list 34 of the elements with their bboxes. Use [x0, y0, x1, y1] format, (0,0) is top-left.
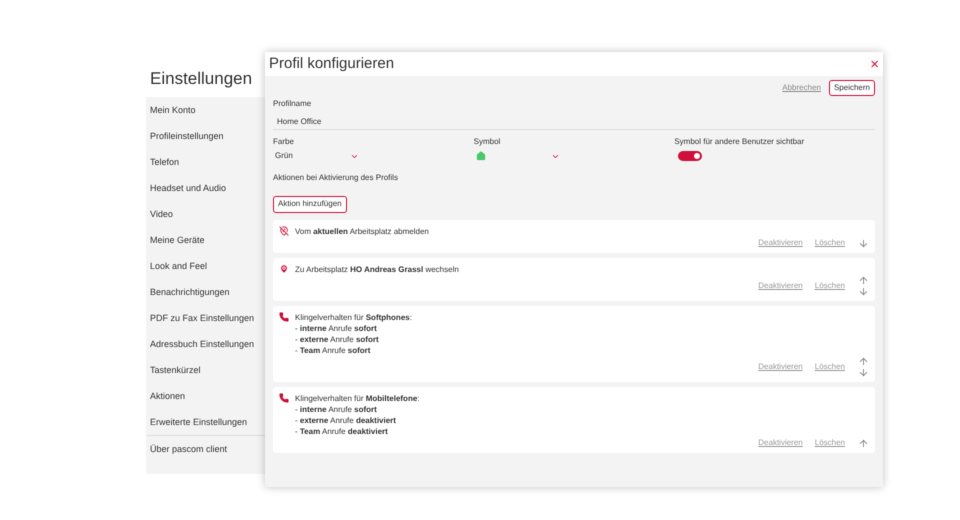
house-icon [476, 151, 486, 161]
add-action-button[interactable]: Aktion hinzufügen [273, 196, 347, 212]
arrow-down-icon[interactable] [858, 367, 868, 378]
action-text: - Team Anrufe sofort [295, 345, 372, 356]
action-text: - interne Anrufe sofort [295, 404, 378, 415]
dialog-title: Profil konfigurieren [269, 54, 394, 74]
visibility-toggle[interactable] [678, 151, 702, 161]
map-pin-icon [279, 264, 289, 274]
field-label: Symbol [474, 136, 502, 148]
arrow-up-icon[interactable] [858, 356, 868, 367]
phone-icon [279, 312, 289, 322]
close-button[interactable]: × [870, 56, 879, 72]
action-text: Klingelverhalten für Mobiltelefone: [295, 393, 420, 404]
action-text: - externe Anrufe deaktiviert [295, 415, 397, 426]
arrow-up-icon[interactable] [858, 275, 868, 286]
color-select[interactable]: Grün [273, 148, 359, 164]
arrow-up-icon[interactable] [858, 438, 868, 448]
action-text: - Team Anrufe deaktiviert [295, 426, 389, 437]
profile-name-input[interactable]: Home Office [273, 114, 875, 130]
action-text: Zu Arbeitsplatz HO Andreas Grassl wechseln [295, 264, 459, 275]
action-text: Vom aktuellen Arbeitsplatz abmelden [295, 226, 429, 237]
save-button[interactable]: Speichern [828, 80, 875, 96]
section-label: Aktionen bei Aktivierung des Profils [273, 172, 399, 184]
arrow-down-icon[interactable] [858, 286, 868, 297]
field-label: Farbe [273, 136, 295, 148]
phone-icon [279, 393, 289, 403]
action-text: Klingelverhalten für Softphones: [295, 312, 412, 323]
action-text: - externe Anrufe sofort [295, 334, 380, 345]
action-text: - interne Anrufe sofort [295, 323, 378, 334]
crossed-pin-icon [279, 226, 289, 236]
arrow-down-icon[interactable] [858, 238, 868, 248]
field-label: Symbol für andere Benutzer sichtbar [674, 136, 806, 148]
field-label: Profilname [273, 98, 312, 110]
settings-title: Einstellungen [149, 68, 254, 90]
